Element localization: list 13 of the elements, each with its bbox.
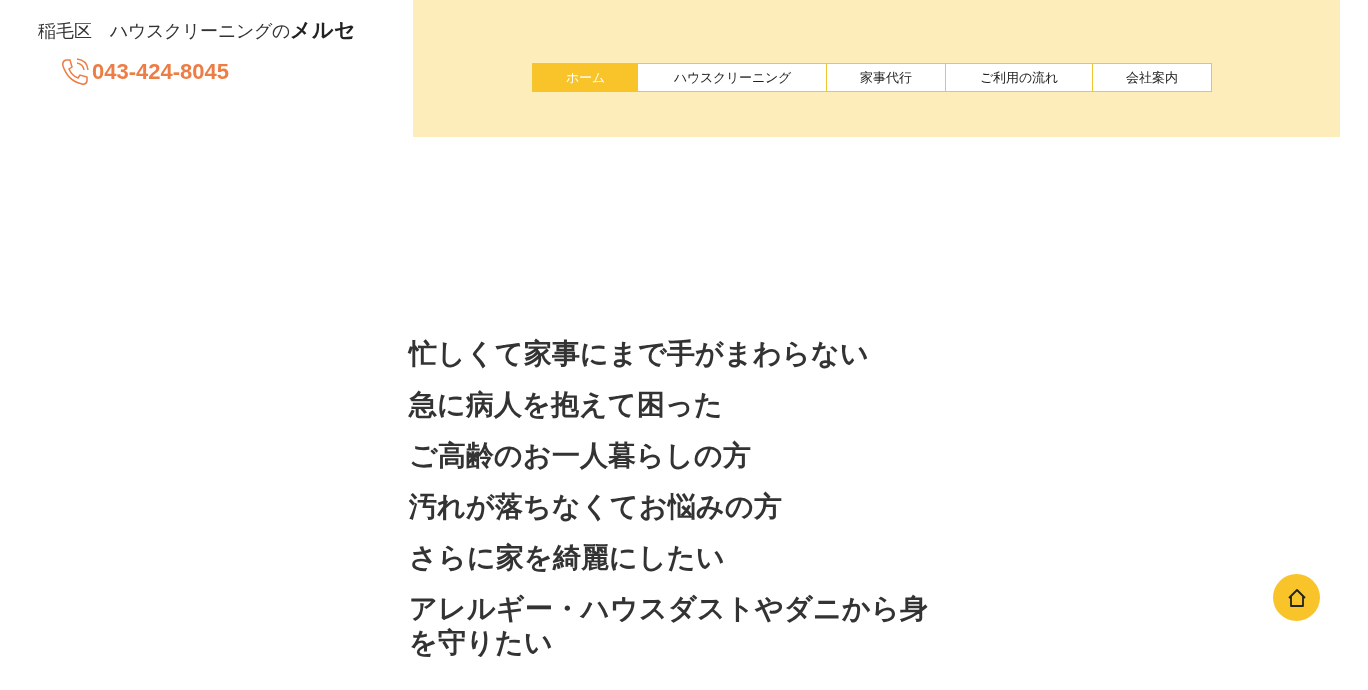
nav-tab[interactable]: 会社案内 <box>1092 63 1212 92</box>
home-button[interactable] <box>1273 574 1320 621</box>
concern-text: アレルギー・ハウスダストやダニから身を守りたい <box>409 592 929 660</box>
concern-text: 汚れが落ちなくてお悩みの方 <box>409 490 783 524</box>
concern-text: さらに家を綺麗にしたい <box>409 541 726 575</box>
site-title[interactable]: 稲毛区 ハウスクリーニングのメルセ <box>38 16 413 44</box>
nav-tab[interactable]: 家事代行 <box>826 63 946 92</box>
concern-text: ご高齢のお一人暮らしの方 <box>409 439 752 473</box>
nav-tab[interactable]: ハウスクリーニング <box>637 63 827 92</box>
phone-icon <box>60 57 90 87</box>
nav-tab[interactable]: ご利用の流れ <box>945 63 1093 92</box>
concern-text: 急に病人を抱えて困った <box>409 388 724 422</box>
concern-text: 忙しくて家事にまで手がまわらない <box>409 337 870 371</box>
